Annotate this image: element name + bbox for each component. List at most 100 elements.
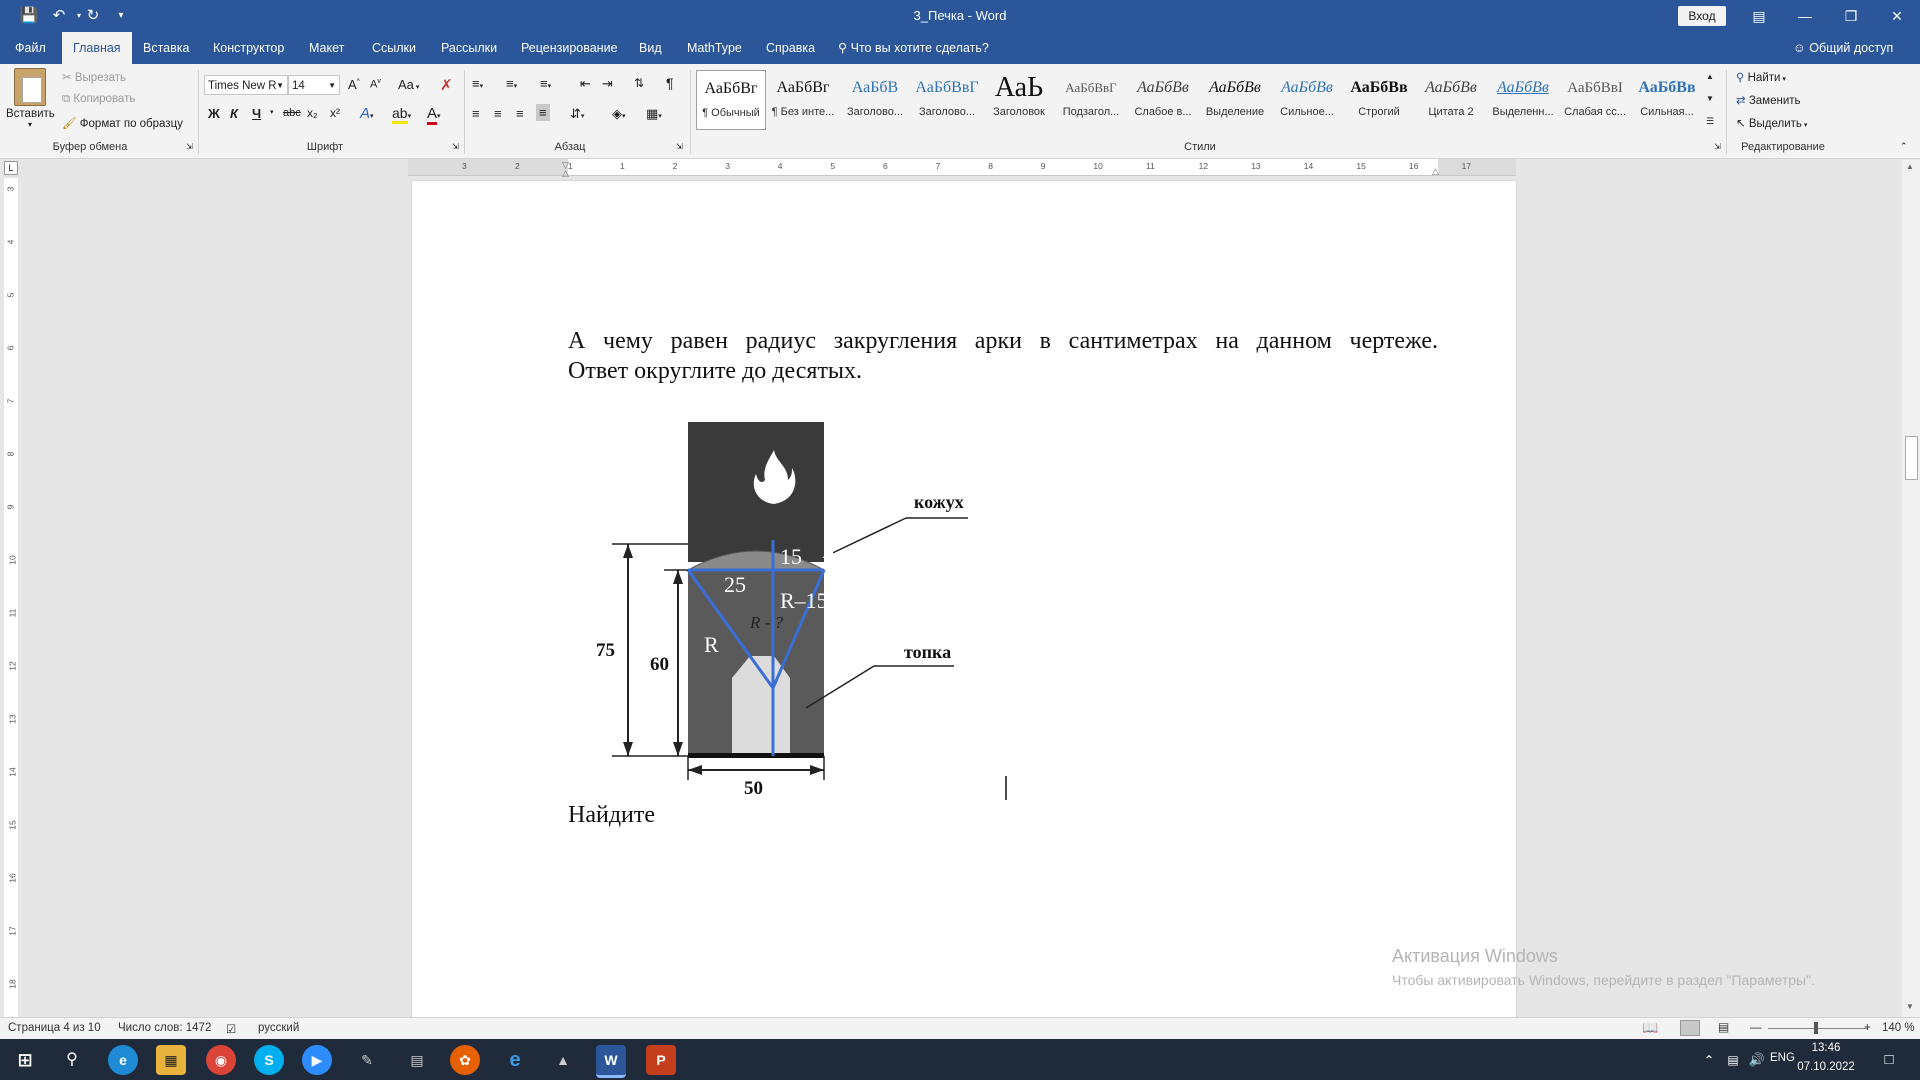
notepad-icon[interactable]: ▤: [402, 1045, 432, 1075]
undo-icon[interactable]: ↶: [48, 6, 70, 26]
borders-icon[interactable]: ▦▾: [646, 106, 662, 122]
tab-mailings[interactable]: Рассылки: [430, 32, 508, 64]
align-center-icon[interactable]: ≡: [494, 106, 502, 121]
zoom-app-icon[interactable]: ▶: [302, 1045, 332, 1075]
paragraph-launcher-icon[interactable]: ⇲: [676, 142, 683, 151]
tab-mathtype[interactable]: MathType: [676, 32, 753, 64]
tell-me-box[interactable]: ⚲ Что вы хотите сделать?: [838, 32, 989, 64]
increase-indent-icon[interactable]: ⇥: [602, 76, 613, 92]
font-name-combo[interactable]: Times New R ▼: [204, 75, 288, 95]
sort-icon[interactable]: ⇅: [634, 76, 644, 90]
cut-button[interactable]: ✂ Вырезать: [62, 70, 126, 84]
read-mode-icon[interactable]: 📖: [1642, 1020, 1658, 1036]
zoom-slider-thumb[interactable]: [1814, 1022, 1818, 1034]
font-launcher-icon[interactable]: ⇲: [452, 142, 459, 151]
format-painter-button[interactable]: 🖌 Формат по образцу: [62, 116, 183, 130]
bullets-icon[interactable]: ≡▾: [472, 76, 483, 91]
find-button[interactable]: ⚲ Найти ▾: [1736, 70, 1786, 84]
redo-icon[interactable]: ↻: [82, 6, 104, 26]
share-button[interactable]: ☺ Общий доступ: [1793, 32, 1893, 64]
zoom-out-icon[interactable]: —: [1750, 1022, 1762, 1034]
app-icon[interactable]: ▲: [548, 1045, 578, 1075]
collapse-ribbon-icon[interactable]: ⌃: [1900, 141, 1908, 152]
grow-font-button[interactable]: A^: [348, 77, 360, 92]
hanging-indent-marker[interactable]: △: [562, 168, 569, 179]
superscript-button[interactable]: x²: [330, 106, 340, 120]
internet-explorer-icon[interactable]: e: [500, 1045, 530, 1075]
clock-time[interactable]: 13:46: [1806, 1042, 1846, 1054]
vertical-scrollbar[interactable]: ▲ ▼: [1902, 160, 1920, 1017]
style-tile[interactable]: АаБбВв Слабое в...: [1128, 70, 1198, 130]
tab-view[interactable]: Вид: [628, 32, 673, 64]
word-count[interactable]: Число слов: 1472: [118, 1022, 211, 1034]
word-taskbar-icon[interactable]: W: [596, 1045, 626, 1078]
volume-icon[interactable]: 🔊: [1742, 1045, 1772, 1075]
numbering-icon[interactable]: ≡▾: [506, 76, 517, 91]
italic-button[interactable]: К: [230, 106, 238, 121]
decrease-indent-icon[interactable]: ⇤: [580, 76, 591, 92]
edge-icon[interactable]: e: [108, 1045, 138, 1075]
chrome-icon[interactable]: ◉: [206, 1045, 236, 1075]
notifications-icon[interactable]: □: [1874, 1045, 1904, 1075]
firefox-icon[interactable]: ✿: [450, 1045, 480, 1075]
scroll-up-icon[interactable]: ▲: [1906, 162, 1914, 171]
select-button[interactable]: ↖ Выделить ▾: [1736, 116, 1807, 130]
clipboard-launcher-icon[interactable]: ⇲: [186, 142, 193, 151]
replace-button[interactable]: ⇄ Заменить: [1736, 93, 1801, 107]
underline-button[interactable]: Ч: [252, 106, 261, 121]
tab-insert[interactable]: Вставка: [132, 32, 200, 64]
tab-layout[interactable]: Макет: [298, 32, 355, 64]
style-tile[interactable]: АаБбВ Заголово...: [840, 70, 910, 130]
highlight-icon[interactable]: ab▾: [392, 105, 411, 124]
style-tile[interactable]: АаБбВг ¶ Без инте...: [768, 70, 838, 130]
align-left-icon[interactable]: ≡: [472, 106, 480, 121]
style-tile[interactable]: АаБбВвІ Слабая сс...: [1560, 70, 1630, 130]
zoom-in-icon[interactable]: +: [1864, 1022, 1871, 1034]
strikethrough-button[interactable]: abc: [283, 107, 301, 119]
style-tile[interactable]: АаЬ Заголовок: [984, 70, 1054, 130]
text-effects-icon[interactable]: A▾: [360, 105, 374, 122]
line-spacing-icon[interactable]: ⇵▾: [570, 106, 584, 122]
change-case-button[interactable]: Aa ▾: [398, 77, 419, 92]
align-right-icon[interactable]: ≡: [516, 106, 524, 121]
zoom-slider[interactable]: [1768, 1028, 1868, 1029]
clock-date[interactable]: 07.10.2022: [1796, 1061, 1856, 1073]
style-tile[interactable]: АаБбВв Строгий: [1344, 70, 1414, 130]
save-icon[interactable]: 💾: [18, 6, 40, 26]
shading-icon[interactable]: ◈▾: [612, 106, 626, 122]
copy-button[interactable]: ⧉ Копировать: [62, 93, 135, 106]
style-tile[interactable]: АаБбВвГ Подзагол...: [1056, 70, 1126, 130]
style-tile[interactable]: АаБбВвГ Заголово...: [912, 70, 982, 130]
tab-references[interactable]: Ссылки: [361, 32, 427, 64]
web-layout-icon[interactable]: ▤: [1718, 1020, 1729, 1034]
right-indent-marker[interactable]: △: [1432, 166, 1439, 177]
tab-home[interactable]: Главная: [62, 32, 132, 64]
scroll-down-icon[interactable]: ▼: [1906, 1002, 1914, 1011]
login-button[interactable]: Вход: [1678, 6, 1726, 26]
windows-start-icon[interactable]: ⊞: [10, 1045, 40, 1075]
style-tile[interactable]: АаБбВв Выделение: [1200, 70, 1270, 130]
show-formatting-icon[interactable]: ¶: [666, 75, 674, 91]
tab-design[interactable]: Конструктор: [202, 32, 295, 64]
language-indicator[interactable]: русский: [258, 1022, 299, 1034]
styles-scroll-up-icon[interactable]: ▲: [1706, 72, 1714, 81]
underline-dropdown-icon[interactable]: ▾: [270, 108, 274, 116]
tab-selector-icon[interactable]: L: [4, 161, 18, 175]
style-tile[interactable]: АаБбВв Цитата 2: [1416, 70, 1486, 130]
subscript-button[interactable]: x₂: [307, 106, 318, 120]
justify-icon[interactable]: ≡: [536, 104, 550, 121]
styles-launcher-icon[interactable]: ⇲: [1714, 142, 1721, 151]
print-layout-icon[interactable]: [1680, 1020, 1700, 1036]
zoom-level[interactable]: 140 %: [1882, 1022, 1915, 1034]
scrollbar-thumb[interactable]: [1905, 436, 1918, 480]
style-tile[interactable]: АаБбВг ¶ Обычный: [696, 70, 766, 130]
horizontal-ruler[interactable]: [408, 159, 1516, 176]
vertical-ruler[interactable]: [4, 178, 18, 1018]
stove-figure[interactable]: 15 25 R–15 R R - ? кожух топка 75 60 50: [584, 416, 1014, 806]
bold-button[interactable]: Ж: [208, 106, 220, 121]
font-color-icon[interactable]: A▾: [427, 105, 441, 125]
shrink-font-button[interactable]: Av: [370, 78, 381, 91]
close-button[interactable]: ✕: [1874, 0, 1920, 32]
customize-quick-access-icon[interactable]: ▾: [110, 6, 132, 26]
paste-button[interactable]: Вставить ▾: [6, 68, 55, 129]
